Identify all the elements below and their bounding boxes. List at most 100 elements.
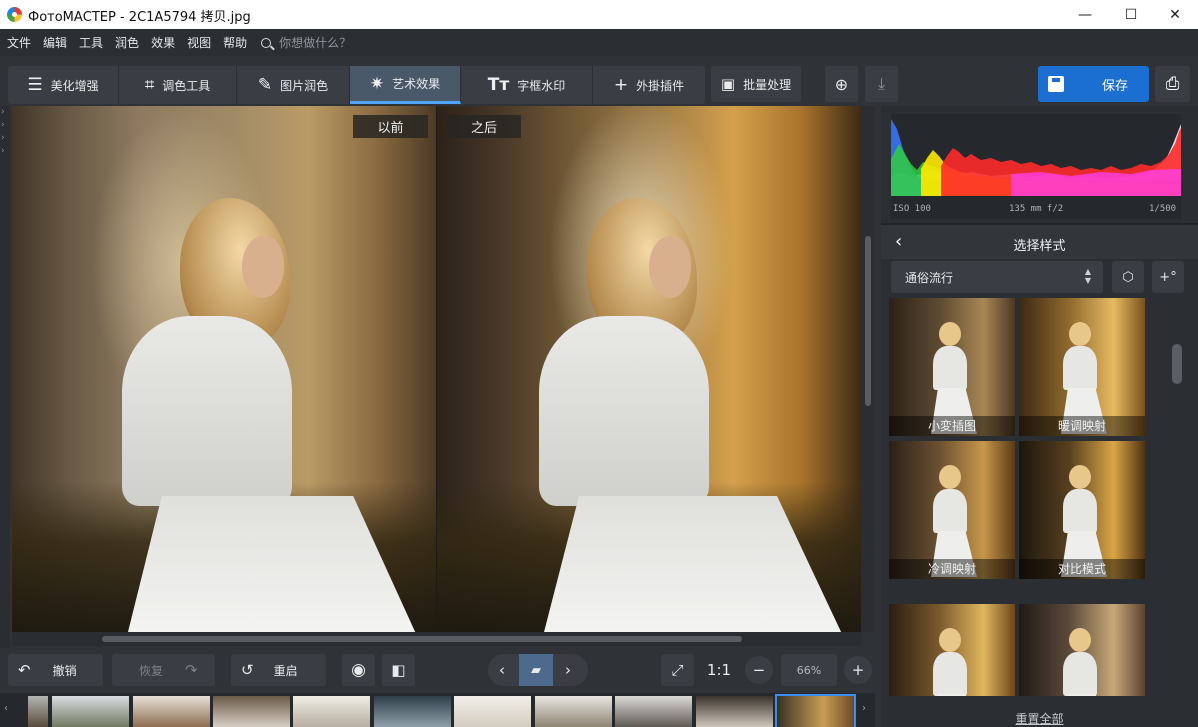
close-button[interactable]: ✕ <box>1152 0 1198 29</box>
filmstrip-thumbnail[interactable] <box>374 696 451 727</box>
scroll-thumb[interactable] <box>865 236 871 406</box>
before-label: 以前 <box>353 115 428 138</box>
styles-scrollbar[interactable] <box>1170 296 1184 699</box>
batch-process-button[interactable]: ▣ 批量处理 <box>711 66 801 102</box>
sliders-download-icon: ⤓ <box>877 74 886 93</box>
save-disk-icon <box>1048 76 1064 92</box>
menu-view[interactable]: 视图 <box>187 34 211 51</box>
prev-image-button[interactable]: ‹ <box>499 661 505 679</box>
filmstrip-thumbnail[interactable] <box>615 696 692 727</box>
save-button[interactable]: 保存 <box>1038 66 1149 102</box>
right-panel: ISO 100 135 mm f/2 1/500 ‹ 选择样式 通俗流行 ▲ ▼ … <box>881 106 1198 727</box>
download-adjustment-button[interactable]: ⤓ <box>865 66 898 102</box>
undo-label: 撤销 <box>52 663 77 678</box>
tab-retouch[interactable]: ✎ 图片润色 <box>237 66 350 104</box>
filmstrip-thumbnail[interactable] <box>535 696 612 727</box>
menu-help[interactable]: 帮助 <box>223 34 247 51</box>
scroll-thumb[interactable] <box>1172 344 1182 384</box>
menu-file[interactable]: 文件 <box>7 34 31 51</box>
updown-arrow-icon: ▲ ▼ <box>1084 267 1091 285</box>
compare-split-icon: ◧ <box>391 661 406 679</box>
add-adjustment-button[interactable]: ⊕ <box>825 66 858 102</box>
main-toolbar: ☰ 美化增强 ⌗ 调色工具 ✎ 图片润色 ✷ 艺术效果 Tт 字框水印 + 外掛… <box>0 56 1198 106</box>
preset-tile[interactable] <box>889 604 1015 696</box>
tab-text[interactable]: Tт 字框水印 <box>461 66 593 104</box>
search-icon <box>261 37 272 48</box>
styles-title: 选择样式 <box>1013 239 1066 254</box>
folder-icon: ▰ <box>531 662 541 678</box>
lens-value: 135 mm f/2 <box>1009 204 1064 214</box>
viewer-vertical-scrollbar[interactable] <box>861 106 875 632</box>
filmstrip-thumbnail[interactable] <box>133 696 210 727</box>
reset-button[interactable]: ↺ 重启 <box>231 654 326 686</box>
histogram: ISO 100 135 mm f/2 1/500 <box>891 114 1181 219</box>
chevron-right-icon: › <box>1 107 5 117</box>
filmstrip-thumbnail[interactable] <box>213 696 290 727</box>
preview-toggle-button[interactable]: ◉ <box>342 654 375 686</box>
zoom-level[interactable]: 66% <box>781 654 837 686</box>
style-3d-button[interactable]: ⬡ <box>1112 261 1144 293</box>
magic-wand-icon: ✷ <box>369 73 385 94</box>
menu-search[interactable]: 你想做什么？ <box>261 34 351 51</box>
reset-all-link[interactable]: 重置全部 <box>881 710 1198 727</box>
preset-tile[interactable]: 小変插图 <box>889 298 1015 436</box>
open-folder-button[interactable]: ▰ <box>519 654 553 686</box>
actual-size-button[interactable]: 1:1 <box>701 654 737 686</box>
sliders-add-icon: ⊕ <box>834 74 849 94</box>
style-category-value: 通俗流行 <box>905 270 954 285</box>
chevron-right-icon: › <box>1 120 5 130</box>
left-collapse-strip[interactable]: › › › › <box>0 106 10 727</box>
menu-tools[interactable]: 工具 <box>79 34 103 51</box>
plus-degree-icon: +° <box>1159 269 1177 285</box>
chevron-right-icon: › <box>1 133 5 143</box>
menu-edit[interactable]: 编辑 <box>43 34 67 51</box>
filmstrip-thumbnail[interactable] <box>28 696 48 727</box>
tab-effects[interactable]: ✷ 艺术效果 <box>350 66 461 104</box>
filmstrip-left-icon[interactable]: ‹ <box>4 703 8 714</box>
preset-label: 冷调映射 <box>889 559 1015 579</box>
tab-enhance-label: 美化增强 <box>50 78 99 93</box>
preset-label: 暖调映射 <box>1019 416 1145 436</box>
viewer-horizontal-scrollbar[interactable] <box>12 632 861 646</box>
zoom-out-button[interactable]: − <box>745 656 773 684</box>
before-photo: 以前 <box>12 106 436 632</box>
add-style-button[interactable]: +° <box>1152 261 1184 293</box>
scroll-thumb[interactable] <box>102 636 742 642</box>
styles-header: ‹ 选择样式 <box>881 225 1198 259</box>
search-placeholder: 你想做什么？ <box>279 36 352 50</box>
redo-button[interactable]: 恢复 ↷ <box>112 654 215 686</box>
compare-toggle-button[interactable]: ◧ <box>382 654 415 686</box>
maximize-button[interactable]: ☐ <box>1108 0 1154 29</box>
preset-tile[interactable] <box>1019 604 1145 696</box>
menu-effects[interactable]: 效果 <box>151 34 175 51</box>
filmstrip-thumbnail[interactable] <box>696 696 773 727</box>
menu-retouch[interactable]: 润色 <box>115 34 139 51</box>
preset-tile[interactable]: 冷调映射 <box>889 441 1015 579</box>
zoom-in-button[interactable]: + <box>844 656 872 684</box>
style-category-select[interactable]: 通俗流行 ▲ ▼ <box>891 261 1103 293</box>
preset-tile[interactable]: 暖调映射 <box>1019 298 1145 436</box>
preset-tile[interactable]: 对比模式 <box>1019 441 1145 579</box>
tab-color[interactable]: ⌗ 调色工具 <box>119 66 237 104</box>
histogram-graph <box>891 114 1181 196</box>
shutter-value: 1/500 <box>1149 204 1177 214</box>
print-button[interactable]: ⎙ <box>1155 66 1190 102</box>
image-viewer[interactable]: 以前 之后 <box>12 106 861 632</box>
tab-plugins[interactable]: + 外掛插件 <box>593 66 705 104</box>
undo-button[interactable]: ↶ 撤销 <box>8 654 103 686</box>
filmstrip-right-icon[interactable]: › <box>862 703 866 714</box>
filmstrip-thumbnail[interactable] <box>52 696 129 727</box>
fit-screen-button[interactable]: ⤢ <box>661 654 694 686</box>
minimize-button[interactable]: — <box>1062 0 1108 29</box>
filmstrip-thumbnail-selected[interactable] <box>775 694 856 727</box>
filmstrip-thumbnail[interactable] <box>293 696 370 727</box>
title-bar: ФотоМАСТЕР - 2C1A5794 拷贝.jpg — ☐ ✕ <box>0 0 1198 29</box>
tab-enhance[interactable]: ☰ 美化增强 <box>8 66 119 104</box>
filmstrip-thumbnail[interactable] <box>454 696 531 727</box>
brush-icon: ✎ <box>257 75 273 95</box>
tab-plugins-label: 外掛插件 <box>636 78 685 93</box>
next-image-button[interactable]: › <box>565 661 571 679</box>
menu-bar: 文件 编辑 工具 润色 效果 视图 帮助 你想做什么？ <box>0 29 1198 56</box>
save-label: 保存 <box>1102 78 1129 94</box>
crop-icon: ⌗ <box>144 75 155 95</box>
